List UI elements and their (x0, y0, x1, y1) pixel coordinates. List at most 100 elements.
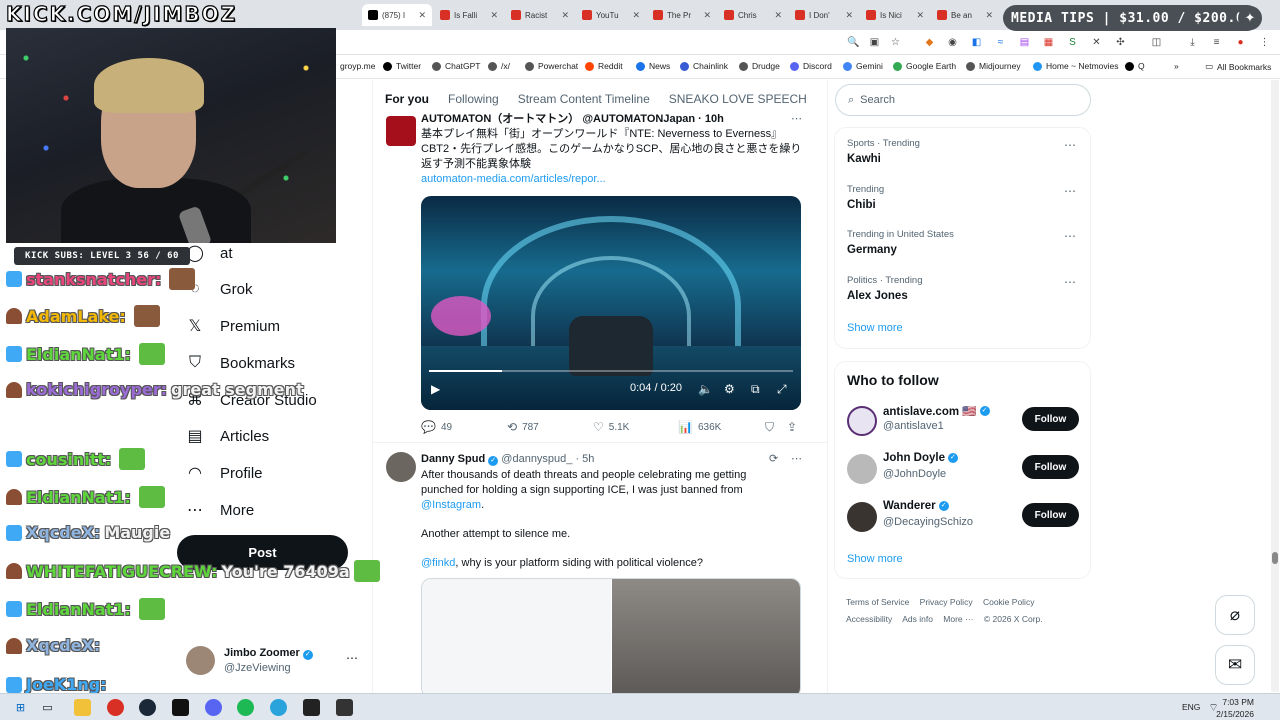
video-progress-bar[interactable] (429, 370, 793, 372)
tab-following[interactable]: Following (448, 92, 499, 106)
close-tab-icon[interactable]: ✕ (774, 10, 782, 21)
mention-link[interactable]: @finkd (421, 557, 455, 569)
bookmark-item[interactable]: News (636, 61, 670, 71)
follow-button[interactable]: Follow (1022, 407, 1079, 431)
close-tab-icon[interactable]: ✕ (632, 10, 640, 21)
app-icon[interactable] (205, 699, 222, 716)
footer-link[interactable]: Terms of Service (846, 597, 909, 607)
extension-red-icon[interactable]: ▦ (1042, 36, 1055, 49)
search-input[interactable]: ⌕ Search (835, 84, 1091, 116)
views-button[interactable]: 📊 636K (678, 420, 721, 434)
trend-item[interactable]: Politics · Trending Alex Jones ⋯ (847, 275, 1082, 302)
app-icon[interactable] (303, 699, 320, 716)
browser-tab[interactable]: Is Nici ✕ (860, 4, 930, 26)
app-icon[interactable] (336, 699, 353, 716)
trend-item[interactable]: Sports · Trending Kawhi ⋯ (847, 138, 1082, 165)
nav-item-more[interactable]: ⋯ More (186, 501, 254, 520)
reply-button[interactable]: 💬 49 (421, 420, 452, 434)
tweet-media[interactable] (421, 578, 801, 693)
footer-link[interactable]: Ads info (902, 614, 933, 624)
close-tab-icon[interactable]: ✕ (418, 10, 426, 21)
extension-wave-icon[interactable]: ≈ (994, 36, 1007, 49)
follow-suggestion[interactable]: antislave.com 🇺🇸 ✓ @antislave1 Follow (847, 403, 1087, 439)
close-tab-icon[interactable]: ✕ (845, 10, 853, 21)
system-clock[interactable]: 7:03 PM 2/15/2026 (1216, 696, 1254, 720)
browser-tab[interactable]: The Pr ✕ (647, 4, 717, 26)
nav-item-bookmarks[interactable]: ⛉ Bookmarks (186, 354, 295, 372)
tweet-link[interactable]: automaton-media.com/articles/repor... (421, 172, 606, 187)
bookmark-item[interactable]: Gemini (843, 61, 883, 71)
browser-tab[interactable]: Chris ✕ (718, 4, 788, 26)
page-scrollbar[interactable] (1271, 80, 1279, 692)
chrome-icon[interactable] (107, 699, 124, 716)
footer-link[interactable]: Privacy Policy (920, 597, 973, 607)
mention-link[interactable]: @Instagram (421, 499, 481, 511)
extension-translate-icon[interactable]: ◧ (970, 36, 983, 49)
bookmark-item[interactable]: Powerchat (525, 61, 578, 71)
bookmark-item[interactable]: Midjourney (966, 61, 1021, 71)
bookmark-item[interactable]: Google Earth (893, 61, 956, 71)
account-more-icon[interactable]: ⋯ (346, 651, 358, 665)
bookmark-item[interactable]: Twitter (383, 61, 421, 71)
trend-item[interactable]: Trending Chibi ⋯ (847, 184, 1082, 211)
bookmark-item[interactable]: Q (1125, 61, 1145, 71)
tweet-more-icon[interactable]: ⋯ (791, 112, 802, 127)
bookmark-item[interactable]: Discord (790, 61, 832, 71)
more-icon[interactable]: ⋯ (1064, 229, 1076, 243)
grok-explain-icon[interactable]: ⟳ (769, 452, 778, 467)
nav-item-profile[interactable]: ◠ Profile (186, 464, 263, 483)
download-icon[interactable]: ⤓ (1186, 36, 1199, 49)
nav-item-articles[interactable]: ▤ Articles (186, 427, 269, 446)
task-view-icon[interactable]: ▭ (39, 699, 56, 716)
zoom-icon[interactable]: 🔍 (847, 36, 860, 49)
grok-button[interactable]: ⌀ (1215, 595, 1255, 635)
extension-x-icon[interactable]: ✕ (1090, 36, 1103, 49)
close-tab-icon[interactable]: ✕ (916, 10, 924, 21)
footer-link[interactable]: Cookie Policy (983, 597, 1035, 607)
close-tab-icon[interactable]: ✕ (985, 10, 993, 21)
spotify-icon[interactable] (237, 699, 254, 716)
footer-link[interactable]: Accessibility (846, 614, 892, 624)
avatar[interactable] (386, 452, 416, 482)
show-more-link[interactable]: Show more (847, 322, 903, 334)
footer-link[interactable]: More ··· (943, 614, 973, 624)
share-button[interactable]: ⇪ (787, 420, 797, 434)
picture-in-picture-icon[interactable]: ⧉ (751, 382, 760, 397)
follow-suggestion[interactable]: John Doyle ✓ @JohnDoyle Follow (847, 451, 1087, 487)
browser-tab[interactable]: I Don' ✕ (789, 4, 859, 26)
nav-item-chat[interactable]: ◯ at (186, 244, 232, 263)
nav-item-premium[interactable]: 𝕏 Premium (186, 317, 280, 336)
bookmark-item[interactable]: Reddit (585, 61, 623, 71)
profile-avatar-icon[interactable]: ● (1234, 36, 1247, 49)
browser-tab[interactable]: Be an ✕ (931, 4, 999, 26)
cast-icon[interactable]: ▣ (868, 36, 881, 49)
browser-tab[interactable]: Is Falli ✕ (434, 4, 504, 26)
extension-green-icon[interactable]: S (1066, 36, 1079, 49)
all-bookmarks-folder[interactable]: ▭ All Bookmarks (1205, 61, 1271, 72)
telegram-icon[interactable] (270, 699, 287, 716)
nav-item-grok[interactable]: ◌ Grok (186, 280, 252, 298)
tab-stream-content-timeline[interactable]: Stream Content Timeline (518, 92, 650, 106)
browser-tab[interactable]: (875) I ✕ (362, 4, 432, 26)
bookmark-item[interactable]: Drudge (739, 61, 780, 71)
play-icon[interactable]: ▶ (431, 382, 440, 396)
tab-for-you[interactable]: For you (385, 92, 429, 106)
follow-suggestion[interactable]: Wanderer ✓ @DecayingSchizo Follow (847, 499, 1087, 535)
trend-item[interactable]: Trending in United States Germany ⋯ (847, 229, 1082, 256)
bookmarks-overflow-icon[interactable]: » (1174, 61, 1179, 71)
close-tab-icon[interactable]: ✕ (490, 10, 498, 21)
bookmark-button[interactable]: ⛉ (765, 420, 774, 435)
windows-start-icon[interactable]: ⊞ (12, 699, 29, 716)
bookmark-item[interactable]: /x/ (488, 61, 510, 71)
star-icon[interactable]: ☆ (889, 36, 902, 49)
bookmark-item[interactable]: Home ~ Netmovies (1033, 61, 1119, 71)
account-switcher[interactable]: Jimbo Zoomer ✓ @JzeViewing ⋯ (186, 645, 366, 681)
browser-menu-icon[interactable]: ⋮ (1258, 36, 1271, 49)
bookmark-item[interactable]: groyp.me (340, 61, 375, 71)
close-tab-icon[interactable]: ✕ (561, 10, 569, 21)
scrollbar-thumb[interactable] (1272, 552, 1278, 564)
tweet-more-icon[interactable]: ⋯ (791, 452, 802, 467)
show-more-link[interactable]: Show more (847, 553, 903, 565)
language-indicator[interactable]: ENG (1182, 702, 1200, 712)
app-icon[interactable] (172, 699, 189, 716)
